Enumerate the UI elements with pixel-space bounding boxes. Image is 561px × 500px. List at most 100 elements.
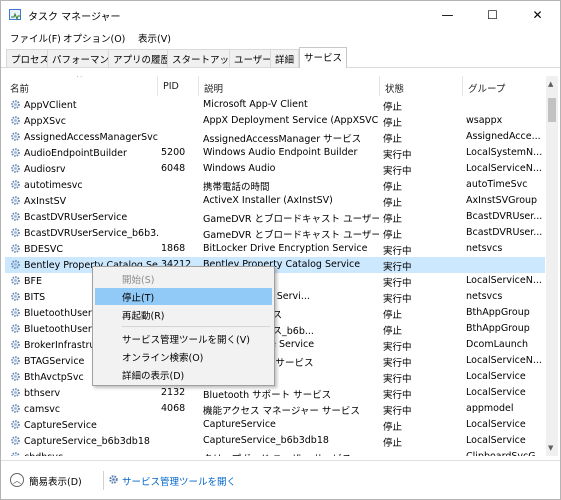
table-row[interactable]: AxInstSV ActiveX Installer (AxInstSV) 停止 Ax… — [5, 193, 545, 209]
service-description: GameDVR とブロードキャスト ユーザー サー... — [203, 230, 379, 241]
table-row[interactable]: AppXSvc AppX Deployment Service (AppXSVC)… — [5, 113, 545, 129]
service-pid: 1868 — [161, 243, 186, 254]
service-name: bthserv — [10, 387, 160, 399]
ctx-restart-item[interactable]: 再起動(R) — [95, 306, 272, 323]
minimize-button[interactable]: — — [425, 1, 470, 29]
close-button[interactable]: ✕ — [515, 1, 560, 29]
service-status: 停止 — [383, 326, 403, 337]
service-name: BDESVC — [10, 243, 160, 255]
ctx-open-services-item[interactable]: サービス管理ツールを開く(V) — [95, 330, 272, 347]
menu-view[interactable]: 表示(V) — [138, 31, 171, 45]
service-status: 実行中 — [383, 358, 412, 369]
service-gear-icon — [10, 371, 21, 382]
service-name-label: BcastDVRUserService_b6b3... — [24, 228, 160, 239]
service-status: 実行中 — [383, 262, 412, 273]
service-gear-icon — [10, 131, 21, 142]
service-status: 停止 — [383, 118, 403, 129]
table-row[interactable]: BrokerInfrastrucs Infrastructure Service… — [5, 337, 545, 353]
service-name: camsvc — [10, 403, 160, 415]
menu-options[interactable]: オプション(O) — [63, 31, 125, 45]
column-name[interactable]: 名前 ^ — [5, 76, 158, 96]
service-description: Microsoft App-V Client — [203, 99, 308, 110]
column-status[interactable]: 状態 — [380, 76, 463, 96]
scroll-up-icon[interactable]: ▲ — [548, 80, 553, 88]
service-status: 停止 — [383, 102, 403, 113]
tab-details[interactable]: 詳細 — [270, 49, 300, 67]
table-row[interactable]: BluetoothUserSeサポート サービス_b6b...停止BthAppG… — [5, 321, 545, 337]
table-row[interactable]: AssignedAccessManagerSvc AssignedAccessMa… — [5, 129, 545, 145]
table-row[interactable]: Bentley Property Catalog Se...34212Bentl… — [5, 257, 545, 273]
scroll-down-icon[interactable]: ▼ — [548, 444, 553, 452]
table-row[interactable]: camsvc 4068 機能アクセス マネージャー サービス 実行中 appmodel — [5, 401, 545, 417]
table-row[interactable]: AppVClient Microsoft App-V Client 停止 — [5, 97, 545, 113]
fewer-details-button[interactable]: 簡易表示(D) — [29, 474, 82, 488]
table-row[interactable]: bthserv 2132 Bluetooth サポート サービス 実行中 LocalSe… — [5, 385, 545, 401]
collapse-icon[interactable]: ︿ — [10, 473, 24, 487]
table-row[interactable]: BITSlligent Transfer Servi...実行中netsvcs — [5, 289, 545, 305]
service-status: 実行中 — [383, 342, 412, 353]
table-row[interactable]: BcastDVRUserService_b6b3... GameDVR とブロード… — [5, 225, 545, 241]
service-group: LocalServiceN... — [466, 275, 542, 286]
service-status: 停止 — [383, 134, 403, 145]
service-group: ClipboardSvcG... — [466, 451, 545, 456]
table-row[interactable]: BcastDVRUserService GameDVR とブロードキャスト ユーザ… — [5, 209, 545, 225]
service-name: AxInstSV — [10, 195, 160, 207]
table-row[interactable]: cbdhsvc クリップボード ユーザー サービス ClipboardSvcG... — [5, 449, 545, 456]
column-description[interactable]: 説明 — [199, 76, 380, 96]
service-description: AppX Deployment Service (AppXSVC) — [203, 115, 379, 126]
service-name-label: AppXSvc — [24, 116, 66, 127]
service-status: 実行中 — [383, 406, 412, 417]
service-group: AxInstSVGroup — [466, 195, 538, 206]
service-description: ActiveX Installer (AxInstSV) — [203, 195, 333, 206]
service-group: BthAppGroup — [466, 323, 530, 334]
service-status: 実行中 — [383, 294, 412, 305]
table-row[interactable]: Audiosrv 6048 Windows Audio 実行中 LocalService… — [5, 161, 545, 177]
ctx-stop-item[interactable]: 停止(T) — [95, 288, 272, 305]
column-pid[interactable]: PID — [158, 76, 199, 96]
table-row[interactable]: BthAvctpSvc 実行中 LocalService — [5, 369, 545, 385]
context-menu: 開始(S) 停止(T) 再起動(R) サービス管理ツールを開く(V) オンライン検索(O… — [92, 266, 275, 386]
service-group: netsvcs — [466, 243, 503, 254]
service-group: AssignedAcce... — [466, 131, 541, 142]
service-description: CaptureService — [203, 419, 276, 430]
services-gear-icon — [108, 474, 119, 485]
service-name-label: BITS — [24, 292, 46, 303]
service-status: 停止 — [383, 182, 403, 193]
services-list: 名前 ^ PID 説明 状態 グループ AppVClient Microsoft A… — [5, 76, 558, 456]
maximize-button[interactable]: ☐ — [470, 1, 515, 29]
service-group: LocalService — [466, 371, 526, 382]
table-row[interactable]: CaptureService CaptureService 停止 LocalServi… — [5, 417, 545, 433]
menu-file[interactable]: ファイル(F) — [10, 31, 61, 45]
table-row[interactable]: BTAGServiceオ ゲートウェイ サービス実行中LocalServiceN… — [5, 353, 545, 369]
tab-app-history[interactable]: アプリの履歴 — [108, 49, 176, 67]
service-group: LocalService — [466, 419, 526, 430]
service-group: DcomLaunch — [466, 339, 529, 350]
table-row[interactable]: BluetoothUserSeサポート サービス停止BthAppGroup — [5, 305, 545, 321]
service-name-label: CaptureService_b6b3db18 — [24, 436, 150, 447]
service-name-label: cbdhsvc — [24, 452, 63, 456]
ctx-search-online-item[interactable]: オンライン検索(O) — [95, 348, 272, 365]
service-name: Audiosrv — [10, 163, 160, 175]
table-row[interactable]: CaptureService_b6b3db18 CaptureService_b6… — [5, 433, 545, 449]
service-name-label: AssignedAccessManagerSvc — [24, 132, 159, 143]
table-row[interactable]: BDESVC 1868 BitLocker Drive Encryption Ser… — [5, 241, 545, 257]
service-group: appmodel — [466, 403, 514, 414]
table-row[interactable]: AudioEndpointBuilder 5200 Windows Audio En… — [5, 145, 545, 161]
table-row[interactable]: autotimesvc 携帯電話の時間 停止 autoTimeSvc — [5, 177, 545, 193]
service-name-label: BcastDVRUserService — [24, 212, 128, 223]
table-row[interactable]: BFEgine実行中LocalServiceN... — [5, 273, 545, 289]
service-group: LocalService — [466, 387, 526, 398]
service-description: GameDVR とブロードキャスト ユーザー サー... — [203, 214, 379, 225]
service-name: AudioEndpointBuilder — [10, 147, 160, 159]
service-name-label: bthserv — [24, 388, 61, 399]
service-description: 機能アクセス マネージャー サービス — [203, 406, 360, 417]
vertical-scrollbar[interactable]: ▲ ▼ — [546, 76, 558, 456]
service-name-label: Audiosrv — [24, 164, 66, 175]
service-group: LocalServiceN... — [466, 163, 542, 174]
ctx-go-to-details-item[interactable]: 詳細の表示(D) — [95, 366, 272, 383]
column-group[interactable]: グループ — [463, 76, 545, 96]
scrollbar-thumb[interactable] — [548, 98, 556, 122]
service-status: 停止 — [383, 422, 403, 433]
open-services-link[interactable]: サービス管理ツールを開く — [122, 474, 236, 488]
tab-services[interactable]: サービス — [299, 47, 348, 68]
